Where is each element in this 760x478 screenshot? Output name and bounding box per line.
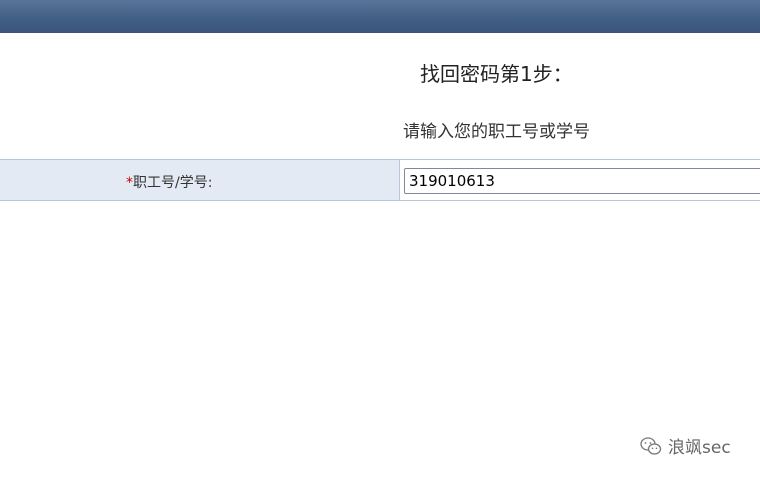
id-label: *职工号/学号: <box>126 172 212 192</box>
page-subtitle: 请输入您的职工号或学号 <box>403 122 590 142</box>
page-title: 找回密码第1步： <box>420 62 573 86</box>
required-mark: * <box>126 175 133 191</box>
watermark: 浪飒sec <box>640 433 731 458</box>
input-cell <box>400 160 760 200</box>
wechat-icon <box>640 436 662 455</box>
watermark-text: 浪飒sec <box>668 438 731 458</box>
id-label-text: 职工号/学号: <box>133 175 213 191</box>
form-row-id: *职工号/学号: <box>0 159 760 201</box>
id-input[interactable] <box>404 168 760 194</box>
label-cell: *职工号/学号: <box>0 160 400 200</box>
top-banner <box>0 0 760 33</box>
